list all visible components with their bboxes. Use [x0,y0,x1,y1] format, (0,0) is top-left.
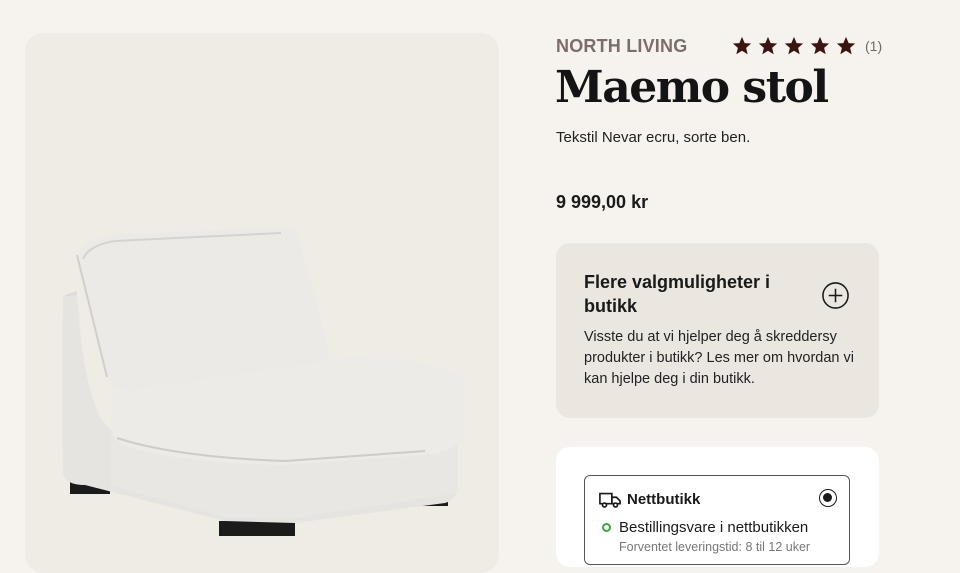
delivery-options-card: Nettbutikk Bestillingsvare i nettbutikke… [556,447,879,567]
availability-status-dot [602,523,611,532]
product-price: 9 999,00 kr [556,192,649,212]
star-icon [784,36,804,55]
product-title: Maemo stol [555,62,829,113]
online-store-option[interactable]: Nettbutikk Bestillingsvare i nettbutikke… [584,475,850,565]
review-count[interactable]: (1) [865,38,882,54]
chair-image [62,227,463,536]
rating-stars[interactable]: (1) [729,35,882,57]
store-options-card[interactable]: Flere valgmuligheter i butikk Visste du … [556,243,879,418]
star-icon [732,36,752,55]
delivery-estimate: Forventet leveringstid: 8 til 12 uker [619,540,811,554]
plus-circle-icon[interactable] [821,281,850,310]
star-icon [810,36,830,55]
store-options-description: Visste du at vi hjelper deg å skreddersy… [584,329,854,387]
product-variant-description: Tekstil Nevar ecru, sorte ben. [556,129,751,146]
online-store-label: Nettbutikk [627,491,701,508]
truck-icon [599,492,621,508]
availability-status: Bestillingsvare i nettbutikken [619,519,809,536]
store-options-heading[interactable]: Flere valgmuligheter i butikk [584,270,804,318]
online-store-radio[interactable] [819,489,837,507]
product-image-panel[interactable] [25,33,499,573]
brand-name[interactable]: NORTH LIVING [556,36,687,57]
star-icon [836,36,856,55]
star-icon [758,36,778,55]
